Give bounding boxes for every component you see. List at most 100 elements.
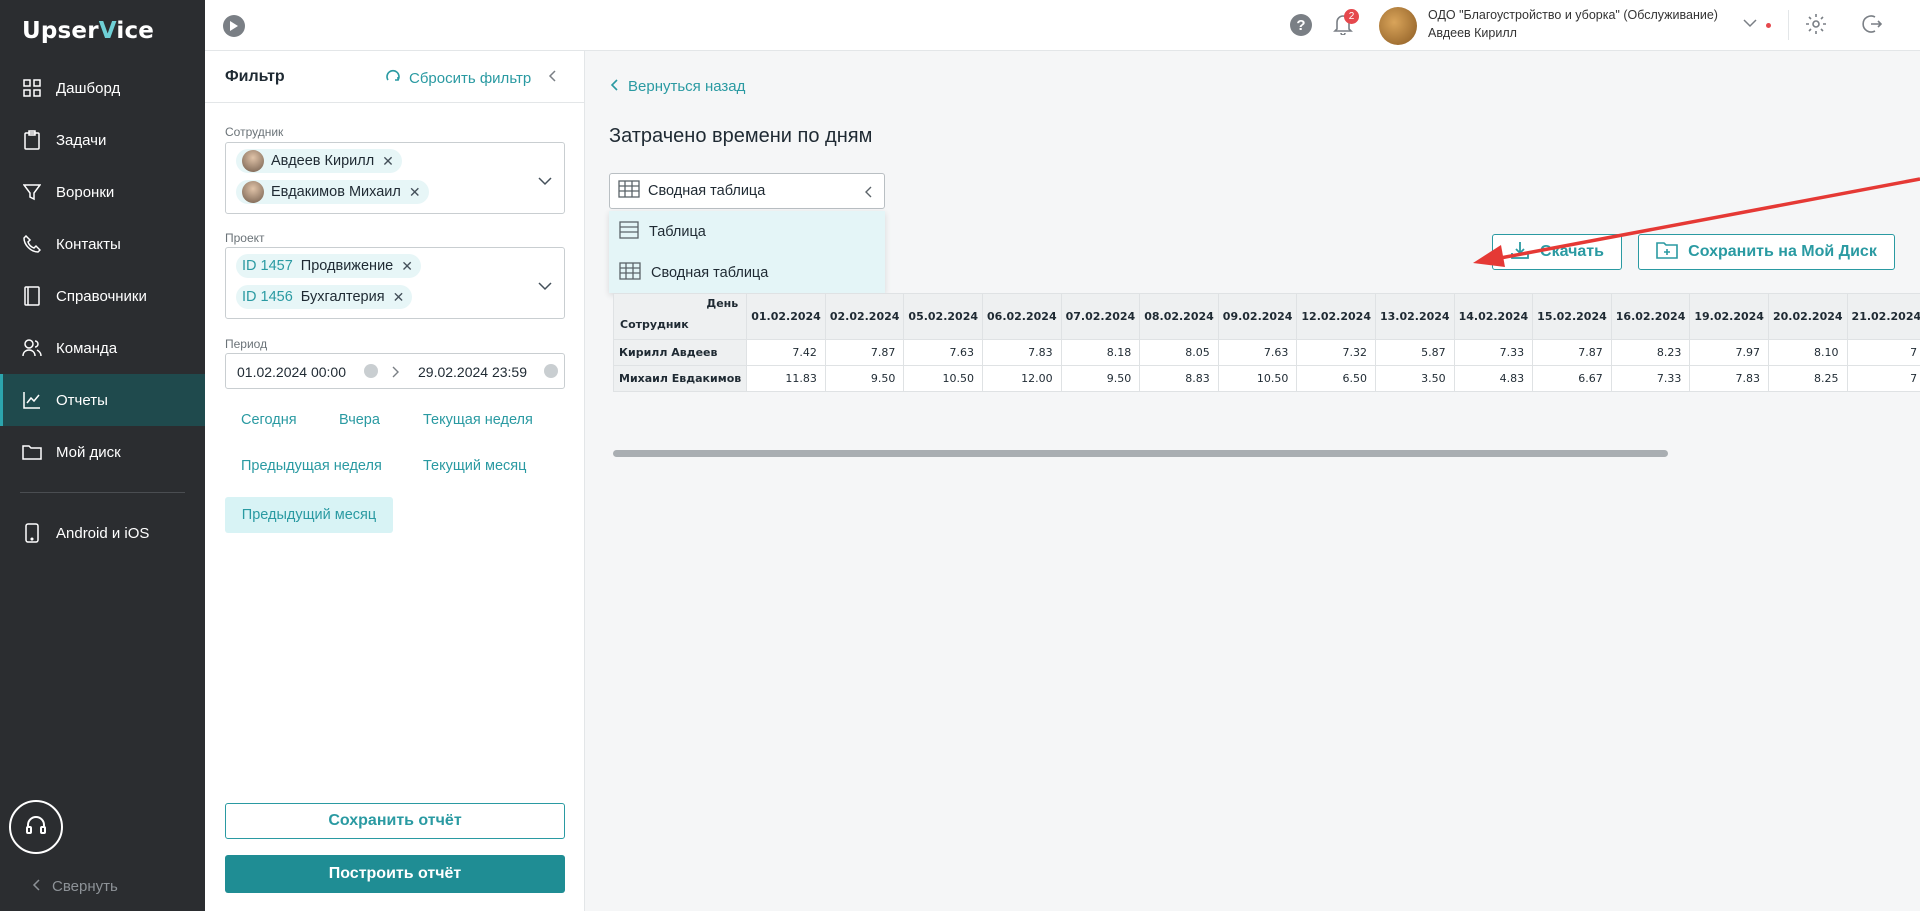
collapse-filter-icon[interactable]	[548, 69, 556, 87]
project-tag-label: Бухгалтерия	[300, 289, 385, 305]
sidebar-item-team[interactable]: Команда	[0, 322, 205, 374]
menu-item-label: Таблица	[649, 223, 706, 240]
horizontal-scrollbar[interactable]	[613, 450, 1668, 457]
date-column-header: 12.02.2024	[1296, 293, 1376, 340]
users-icon	[22, 338, 42, 358]
table-cell: 3.50	[1374, 365, 1455, 392]
table-cell: 7.83	[1689, 365, 1769, 392]
quick-prev-week[interactable]: Предыдущая неделя	[241, 458, 382, 474]
project-select[interactable]: ID 1457 Продвижение ✕ ID 1456 Бухгалтери…	[225, 247, 565, 319]
help-icon[interactable]: ?	[1290, 14, 1312, 36]
date-from-input[interactable]: 01.02.2024 00:00	[237, 364, 346, 380]
table-cell: 7.87	[1532, 339, 1612, 366]
clear-date-icon[interactable]	[544, 364, 558, 378]
table-cell: 11.83	[746, 365, 826, 392]
sidebar-item-mobile[interactable]: Android и iOS	[0, 507, 205, 559]
app-logo[interactable]: UpserVice	[22, 18, 154, 44]
date-column-header: 19.02.2024	[1689, 293, 1769, 340]
quick-yesterday[interactable]: Вчера	[339, 412, 380, 428]
view-option-table[interactable]: Таблица	[609, 211, 885, 252]
folder-icon	[22, 442, 42, 462]
close-icon[interactable]: ✕	[382, 153, 394, 170]
user-name: Авдеев Кирилл	[1428, 26, 1517, 40]
download-button[interactable]: Скачать	[1492, 234, 1622, 270]
project-tag: ID 1457 Продвижение ✕	[236, 254, 421, 278]
close-icon[interactable]: ✕	[409, 184, 421, 201]
table-cell: 4.83	[1453, 365, 1534, 392]
date-column-header: 14.02.2024	[1453, 293, 1534, 340]
reset-filter-button[interactable]: Сбросить фильтр	[385, 68, 531, 88]
table-cell: 7.87	[824, 339, 905, 366]
table-cell: 8.18	[1060, 339, 1141, 366]
chevron-down-icon[interactable]	[538, 278, 552, 296]
date-to-input[interactable]: 29.02.2024 23:59	[418, 364, 527, 380]
sidebar-item-my-disk[interactable]: Мой диск	[0, 426, 205, 478]
funnel-icon	[22, 182, 42, 202]
collapse-sidebar-button[interactable]: Свернуть	[32, 878, 118, 895]
employee-tag-label: Евдакимов Михаил	[271, 184, 401, 200]
column-axis-label: День	[706, 297, 739, 310]
table-row: Михаил Евдакимов 11.83 9.50 10.50 12.00 9.50 8…	[613, 365, 1920, 392]
view-option-pivot[interactable]: Сводная таблица	[609, 252, 885, 293]
date-column-header: 16.02.2024	[1610, 293, 1691, 340]
chevron-down-icon[interactable]	[1743, 15, 1757, 33]
table-cell: 7.33	[1610, 365, 1691, 392]
project-tag-label: Продвижение	[300, 258, 394, 274]
save-report-button[interactable]: Сохранить отчёт	[225, 803, 565, 839]
employee-select[interactable]: Авдеев Кирилл ✕ Евдакимов Михаил ✕	[225, 142, 565, 214]
pivot-table-container[interactable]: День Сотрудник 01.02.2024 02.02.2024 05.02…	[613, 293, 1920, 447]
date-column-header: 01.02.2024	[746, 293, 826, 340]
back-link[interactable]: Вернуться назад	[610, 78, 745, 95]
sidebar-item-directories[interactable]: Справочники	[0, 270, 205, 322]
date-column-header: 13.02.2024	[1374, 293, 1455, 340]
main-content: Вернуться назад Затрачено времени по дня…	[585, 51, 1920, 911]
quick-this-week[interactable]: Текущая неделя	[423, 412, 533, 428]
close-icon[interactable]: ✕	[393, 289, 405, 306]
project-tag: ID 1456 Бухгалтерия ✕	[236, 285, 413, 309]
period-range-picker[interactable]: 01.02.2024 00:00 29.02.2024 23:59	[225, 353, 565, 389]
filter-header: Фильтр Сбросить фильтр	[205, 51, 584, 103]
table-cell: 8.23	[1610, 339, 1691, 366]
close-icon[interactable]: ✕	[401, 258, 413, 275]
date-column-header: 07.02.2024	[1060, 293, 1141, 340]
table-cell: 12.00	[982, 365, 1062, 392]
support-button[interactable]	[9, 800, 63, 854]
view-type-select[interactable]: Сводная таблица	[609, 173, 885, 209]
table-cell: 7.42	[746, 339, 826, 366]
avatar	[242, 150, 264, 172]
quick-today[interactable]: Сегодня	[241, 412, 297, 428]
sidebar-item-label: Дашборд	[56, 79, 121, 97]
chevron-left-icon	[32, 878, 40, 895]
grid-icon	[22, 78, 42, 98]
quick-this-month[interactable]: Текущий месяц	[423, 458, 526, 474]
chevron-down-icon[interactable]	[538, 173, 552, 191]
gear-icon[interactable]	[1805, 13, 1827, 40]
table-cell: 9.50	[824, 365, 905, 392]
project-label: Проект	[225, 231, 265, 245]
table-corner-header: День Сотрудник	[613, 293, 748, 340]
table-cell: 10.50	[1217, 365, 1298, 392]
sidebar-item-label: Задачи	[56, 131, 107, 149]
clear-date-icon[interactable]	[364, 364, 378, 378]
notification-badge: 2	[1344, 9, 1359, 24]
view-type-value: Сводная таблица	[648, 183, 766, 199]
sidebar-item-funnels[interactable]: Воронки	[0, 166, 205, 218]
sidebar-item-label: Воронки	[56, 183, 115, 201]
phone-icon	[22, 234, 42, 254]
build-report-button[interactable]: Построить отчёт	[225, 855, 565, 893]
employee-label: Сотрудник	[225, 125, 284, 139]
quick-prev-month[interactable]: Предыдущий месяц	[225, 497, 393, 533]
date-column-header: 05.02.2024	[903, 293, 984, 340]
sidebar-item-tasks[interactable]: Задачи	[0, 114, 205, 166]
logout-icon[interactable]	[1860, 13, 1883, 40]
user-avatar[interactable]	[1379, 7, 1417, 45]
view-type-dropdown: Таблица Сводная таблица	[609, 211, 885, 293]
book-icon	[22, 286, 42, 306]
play-icon[interactable]	[223, 15, 245, 37]
employee-tag-label: Авдеев Кирилл	[271, 153, 375, 169]
sidebar-item-reports[interactable]: Отчеты	[0, 374, 205, 426]
sidebar-item-contacts[interactable]: Контакты	[0, 218, 205, 270]
sidebar-item-dashboard[interactable]: Дашборд	[0, 62, 205, 114]
folder-plus-icon	[1656, 241, 1678, 264]
save-to-disk-button[interactable]: Сохранить на Мой Диск	[1638, 234, 1895, 270]
